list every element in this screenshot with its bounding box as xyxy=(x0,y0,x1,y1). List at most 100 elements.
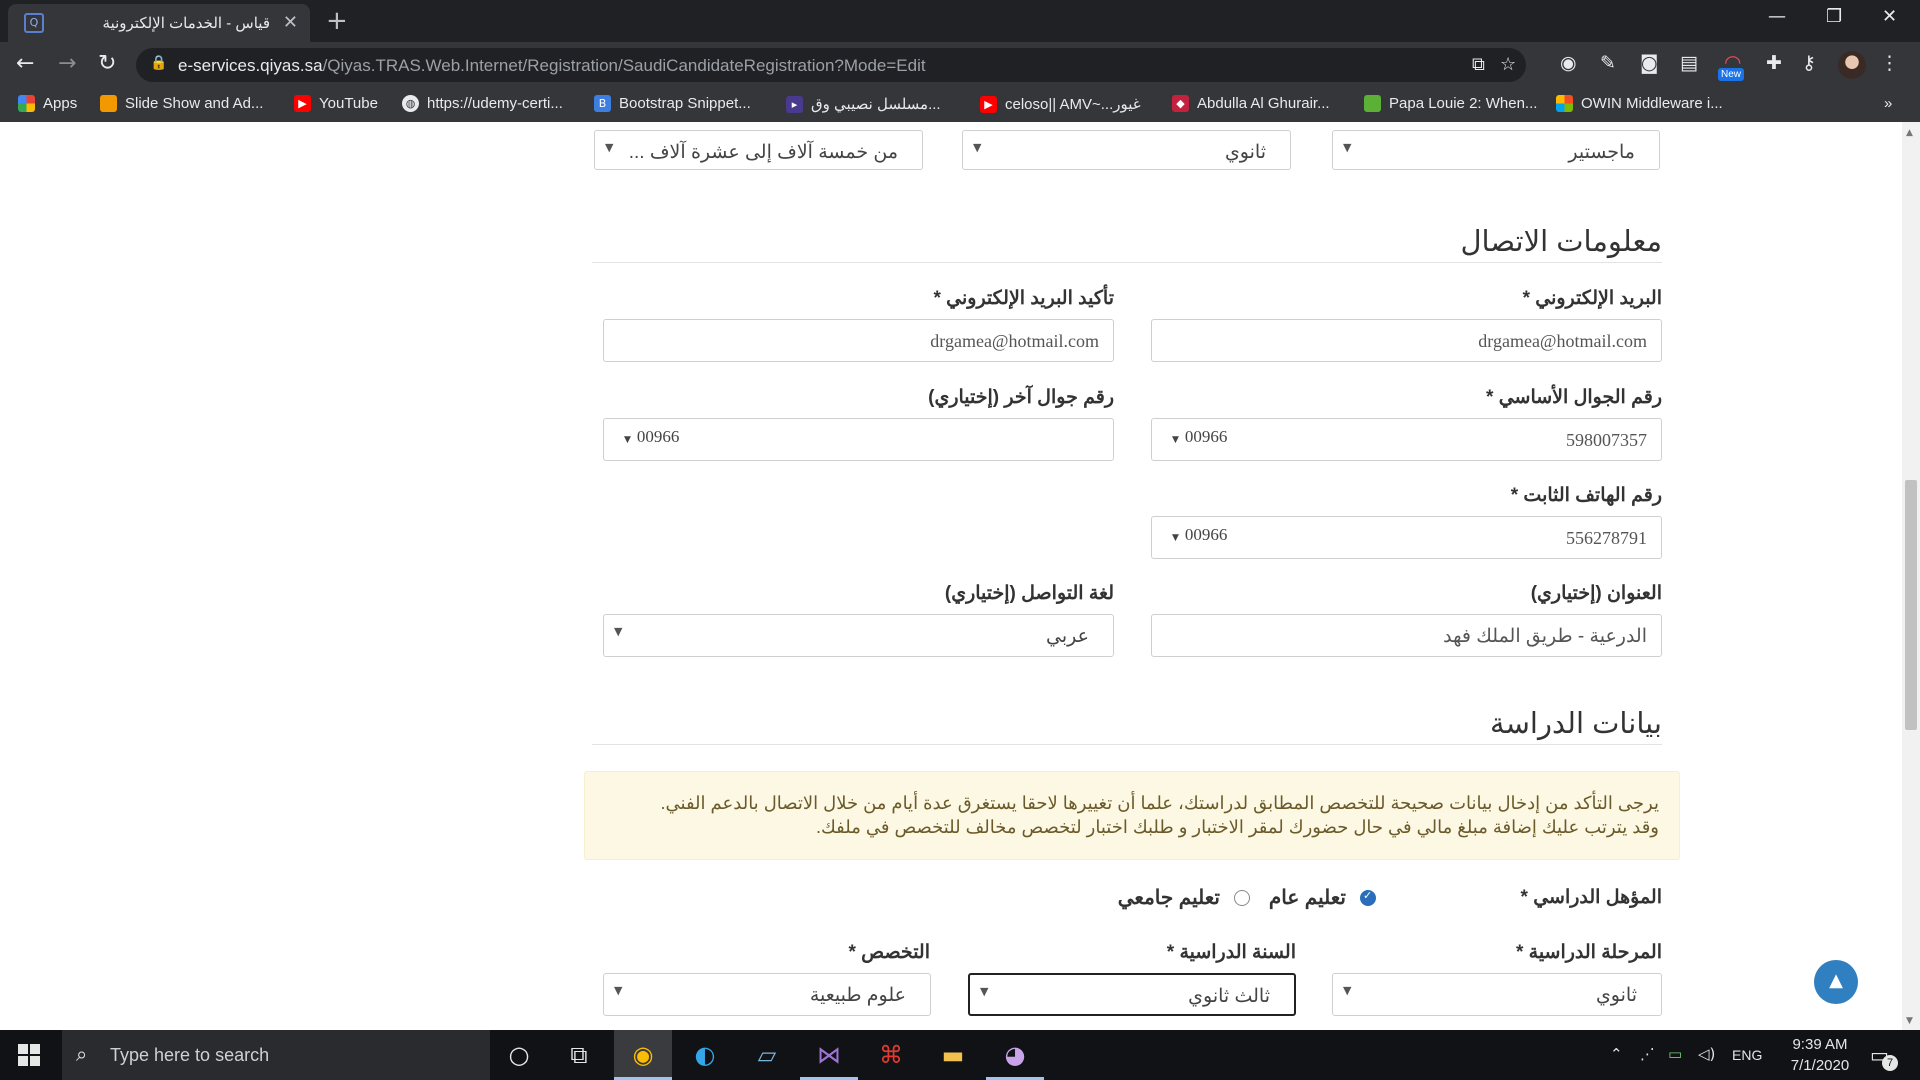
file-explorer-taskbar-icon[interactable]: ▬ xyxy=(924,1030,982,1080)
major-select[interactable]: علوم طبيعية ▼ xyxy=(603,973,931,1016)
new-badge: New xyxy=(1718,68,1745,81)
stage-select[interactable]: ثانوي ▼ xyxy=(1332,973,1662,1016)
address-field[interactable]: الدرعية - طريق الملك فهد xyxy=(1151,614,1662,657)
chevron-down-icon: ▼ xyxy=(1172,435,1179,445)
radio-general-label[interactable]: تعليم عام xyxy=(1269,885,1346,910)
bookmark-star-icon[interactable]: ☆ xyxy=(1500,54,1516,75)
password-key-icon[interactable]: ⚷ xyxy=(1802,52,1816,74)
acrobat-taskbar-icon[interactable]: ⌘ xyxy=(862,1030,920,1080)
page-content: ماجستير ▼ ثانوي ▼ من خمسة آلاف إلى عشرة آل… xyxy=(0,122,1920,1030)
secondary-select[interactable]: ثانوي ▼ xyxy=(962,130,1291,170)
more-bookmarks-icon[interactable]: » xyxy=(1884,95,1892,112)
windows-icon xyxy=(1556,95,1573,112)
extension-printer-icon[interactable]: ▤ xyxy=(1680,52,1698,74)
notifications-icon[interactable]: ▭ 7 xyxy=(1870,1043,1898,1071)
close-window-icon[interactable]: ✕ xyxy=(1882,6,1897,27)
chevron-up-icon: ▲ xyxy=(1829,970,1843,991)
scroll-down-icon[interactable]: ▼ xyxy=(1906,1016,1913,1026)
translate-icon[interactable]: ⧉ xyxy=(1472,54,1485,75)
taskbar-clock[interactable]: 9:39 AM 7/1/2020 xyxy=(1780,1034,1860,1076)
notice-line: يرجى التأكد من إدخال بيانات صحيحة للتخصص… xyxy=(660,793,1659,813)
battery-icon[interactable]: ▭ xyxy=(1668,1045,1682,1063)
task-view-icon[interactable]: ⧉ xyxy=(550,1030,608,1080)
email-confirm-field[interactable]: drgamea@hotmail.com xyxy=(603,319,1114,362)
extension-new-badge-button[interactable]: ◠ New xyxy=(1718,50,1748,81)
scroll-up-icon[interactable]: ▲ xyxy=(1906,128,1913,138)
landline-country-code[interactable]: ▼ 00966 xyxy=(1172,525,1227,545)
forward-icon[interactable]: → xyxy=(58,51,76,76)
clock-date: 7/1/2020 xyxy=(1790,1057,1850,1074)
bookmark-celoso[interactable]: ▶ celoso|| AMV~...غيور xyxy=(980,95,1141,113)
edge-taskbar-icon[interactable]: ◐ xyxy=(676,1030,734,1080)
radio-university-label[interactable]: تعليم جامعي xyxy=(1118,885,1220,910)
taskbar-search-box[interactable]: ⌕ Type here to search xyxy=(62,1030,490,1080)
extension-pen-icon[interactable]: ✎ xyxy=(1600,52,1616,74)
github-desktop-taskbar-icon[interactable]: ◕ xyxy=(986,1030,1044,1080)
year-label: السنة الدراسية * xyxy=(1166,942,1296,963)
qualification-label: المؤهل الدراسي * xyxy=(1520,887,1662,908)
menu-kebab-icon[interactable]: ⋮ xyxy=(1880,52,1899,74)
scroll-to-top-button[interactable]: ▲ xyxy=(1814,960,1858,1004)
mobile-country-code[interactable]: ▼ 00966 xyxy=(1172,427,1227,447)
new-tab-button[interactable]: + xyxy=(326,6,348,36)
browser-tab[interactable]: Q قياس - الخدمات الإلكترونية ✕ xyxy=(8,4,310,42)
bookmark-owin[interactable]: OWIN Middleware i... xyxy=(1556,95,1723,112)
year-select[interactable]: ثالث ثانوي ▼ xyxy=(968,973,1296,1016)
volume-icon[interactable]: ◁) xyxy=(1698,1045,1715,1063)
search-icon: ⌕ xyxy=(76,1042,88,1066)
bookmark-slideshow[interactable]: Slide Show and Ad... xyxy=(100,95,263,112)
bookmark-ghurair[interactable]: ◆ Abdulla Al Ghurair... xyxy=(1172,95,1330,112)
bookmark-papa-louie[interactable]: Papa Louie 2: When... xyxy=(1364,95,1537,112)
browser-tab-strip: Q قياس - الخدمات الإلكترونية ✕ + — ❐ ✕ xyxy=(0,0,1920,42)
radio-general-education[interactable] xyxy=(1360,889,1376,906)
network-icon[interactable]: ⋰ xyxy=(1640,1045,1655,1063)
bookmark-series[interactable]: ▸ مسلسل نصيبي وق... xyxy=(786,95,941,113)
lock-icon[interactable]: 🔒 xyxy=(150,55,167,71)
bootstrap-icon: B xyxy=(594,95,611,112)
extension-camera-icon[interactable]: ◙ xyxy=(1640,52,1658,74)
section-divider xyxy=(592,744,1662,745)
site-icon: ◆ xyxy=(1172,95,1189,112)
visual-studio-taskbar-icon[interactable]: ⋈ xyxy=(800,1030,858,1080)
close-tab-icon[interactable]: ✕ xyxy=(283,12,298,33)
email-field[interactable]: drgamea@hotmail.com xyxy=(1151,319,1662,362)
extension-edge-icon[interactable]: ◉ xyxy=(1560,52,1577,74)
extensions-puzzle-icon[interactable]: ✚ xyxy=(1766,52,1782,74)
minimize-icon[interactable]: — xyxy=(1768,6,1786,27)
income-select[interactable]: من خمسة آلاف إلى عشرة آلاف ... ▼ xyxy=(594,130,923,170)
bookmark-apps[interactable]: Apps xyxy=(18,95,77,112)
page-scrollbar[interactable]: ▲ ▼ xyxy=(1902,122,1920,1030)
restore-icon[interactable]: ❐ xyxy=(1826,6,1842,27)
landline-label: رقم الهاتف الثابت * xyxy=(1510,485,1662,506)
chevron-down-icon: ▼ xyxy=(1172,533,1179,543)
radio-university-education[interactable] xyxy=(1234,890,1250,906)
notepad-taskbar-icon[interactable]: ▱ xyxy=(738,1030,796,1080)
chrome-taskbar-icon[interactable]: ◉ xyxy=(614,1030,672,1080)
cortana-icon[interactable]: ○ xyxy=(490,1030,548,1080)
bookmark-bootstrap[interactable]: B Bootstrap Snippet... xyxy=(594,95,751,112)
section-divider xyxy=(592,262,1662,263)
alt-mobile-country-code[interactable]: ▼ 00966 xyxy=(624,427,679,447)
input-language[interactable]: ENG xyxy=(1732,1047,1762,1063)
url-text[interactable]: e-services.qiyas.sa/Qiyas.TRAS.Web.Inter… xyxy=(178,56,926,76)
language-select[interactable]: عربي ▼ xyxy=(603,614,1114,657)
site-favicon-icon: Q xyxy=(24,13,44,33)
scrollbar-thumb[interactable] xyxy=(1905,480,1917,730)
windows-start-icon[interactable] xyxy=(18,1044,40,1066)
landline-field[interactable]: ▼ 00966 556278791 xyxy=(1151,516,1662,559)
mobile-field[interactable]: ▼ 00966 598007357 xyxy=(1151,418,1662,461)
address-bar[interactable]: 🔒 e-services.qiyas.sa/Qiyas.TRAS.Web.Int… xyxy=(136,48,1526,82)
bookmark-udemy[interactable]: ◍ https://udemy-certi... xyxy=(402,95,563,112)
youtube-icon: ▶ xyxy=(294,95,311,112)
profile-avatar[interactable] xyxy=(1838,51,1866,79)
tray-chevron-up-icon[interactable]: ⌃ xyxy=(1610,1045,1623,1063)
email-confirm-label: تأكيد البريد الإلكتروني * xyxy=(933,288,1114,309)
degree-select[interactable]: ماجستير ▼ xyxy=(1332,130,1660,170)
taskbar-search-placeholder: Type here to search xyxy=(110,1045,270,1065)
alt-mobile-field[interactable]: ▼ 00966 xyxy=(603,418,1114,461)
back-icon[interactable]: ← xyxy=(16,51,34,76)
reload-icon[interactable]: ↻ xyxy=(98,51,116,76)
language-label: لغة التواصل (إختياري) xyxy=(944,583,1114,604)
bookmark-youtube[interactable]: ▶ YouTube xyxy=(294,95,378,112)
major-label: التخصص * xyxy=(848,942,931,963)
